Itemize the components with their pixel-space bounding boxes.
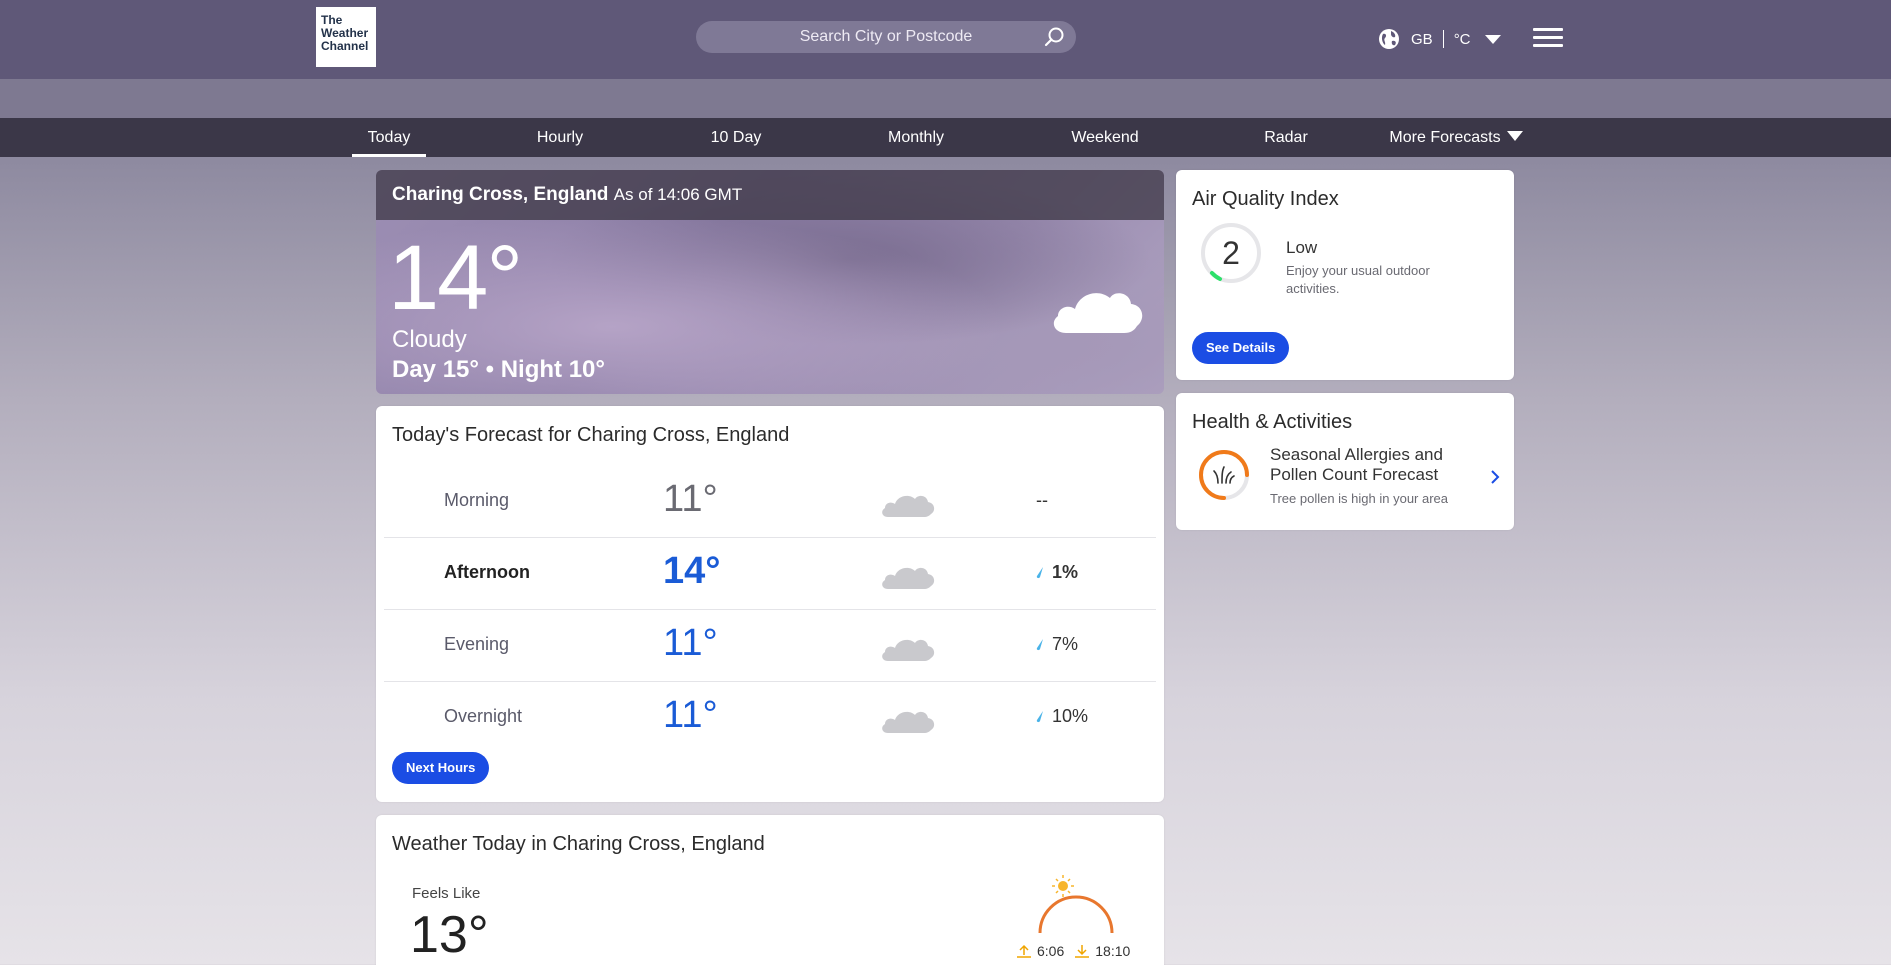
search-input[interactable]: Search City or Postcode bbox=[696, 21, 1076, 53]
feels-like-temperature: 13° bbox=[410, 906, 489, 964]
raindrop-icon bbox=[1036, 711, 1043, 723]
raindrop-icon bbox=[1036, 639, 1043, 651]
cloud-icon bbox=[882, 495, 935, 517]
current-temperature: 14° bbox=[388, 227, 523, 329]
precip-chance: 10% bbox=[1036, 706, 1088, 727]
precip-chance: 7% bbox=[1036, 634, 1078, 655]
precip-chance: -- bbox=[1036, 490, 1048, 511]
sunrise-arrow-icon bbox=[1017, 944, 1031, 958]
precip-value: 1% bbox=[1052, 562, 1079, 582]
forecast-row-afternoon[interactable]: Afternoon 14° 1% bbox=[384, 538, 1156, 610]
sunset-arrow-icon bbox=[1075, 945, 1090, 958]
raindrop-icon bbox=[1036, 567, 1043, 579]
todays-forecast-card: Today's Forecast for Charing Cross, Engl… bbox=[376, 406, 1164, 802]
period-label: Morning bbox=[444, 490, 510, 510]
sunset-time: 18:10 bbox=[1095, 943, 1131, 959]
search-placeholder: Search City or Postcode bbox=[799, 28, 973, 45]
tab-weekend[interactable]: Weekend bbox=[1064, 118, 1146, 157]
tab-monthly[interactable]: Monthly bbox=[872, 118, 960, 157]
aqi-value: 2 bbox=[1222, 235, 1240, 271]
forecast-title: Today's Forecast for Charing Cross, Engl… bbox=[392, 424, 790, 446]
unit-label: °C bbox=[1453, 30, 1471, 48]
precip-chance: 1% bbox=[1036, 562, 1078, 583]
locale-divider bbox=[1442, 30, 1444, 48]
aqi-category: Low bbox=[1286, 238, 1318, 257]
forecast-row-morning[interactable]: Morning 11° -- bbox=[384, 466, 1156, 538]
logo-line-3: Channel bbox=[321, 39, 369, 53]
tab-today[interactable]: Today bbox=[352, 118, 426, 157]
forecast-row-evening[interactable]: Evening 11° 7% bbox=[384, 610, 1156, 682]
day-night-temps: Day 15° • Night 10° bbox=[392, 356, 605, 383]
sun-times: 6:06 18:10 bbox=[1016, 943, 1130, 959]
hero-timestamp: As of 14:06 GMT bbox=[613, 185, 743, 204]
precip-value: -- bbox=[1036, 490, 1048, 510]
pollen-gauge-icon bbox=[1199, 450, 1249, 500]
health-activities-card: Health & Activities Seasonal Allergies a… bbox=[1176, 393, 1514, 530]
region-code: GB bbox=[1411, 30, 1433, 48]
locale-selector[interactable]: GB °C bbox=[1378, 26, 1501, 52]
search-icon[interactable] bbox=[1044, 26, 1066, 48]
weather-today-title: Weather Today in Charing Cross, England bbox=[392, 833, 765, 855]
next-hours-button[interactable]: Next Hours bbox=[392, 752, 490, 784]
current-conditions-hero: Charing Cross, England As of 14:06 GMT 1… bbox=[376, 170, 1164, 394]
weather-channel-logo[interactable]: The Weather Channel bbox=[316, 7, 376, 67]
tab-10-day[interactable]: 10 Day bbox=[694, 118, 778, 157]
sun-arc-icon bbox=[1038, 875, 1114, 934]
cloud-icon bbox=[882, 639, 935, 661]
weather-today-card: Weather Today in Charing Cross, England … bbox=[376, 815, 1164, 965]
precip-value: 7% bbox=[1052, 634, 1079, 654]
chevron-right-icon[interactable] bbox=[1490, 469, 1500, 485]
hero-location-line: Charing Cross, England As of 14:06 GMT bbox=[392, 184, 742, 206]
health-title: Health & Activities bbox=[1192, 411, 1353, 433]
cloud-icon bbox=[882, 711, 935, 733]
sunrise-time: 6:06 bbox=[1037, 943, 1065, 959]
caret-down-icon[interactable] bbox=[1484, 34, 1501, 44]
site-header: The Weather Channel Search City or Postc… bbox=[0, 0, 1891, 79]
forecast-nav: Today Hourly 10 Day Monthly Weekend Rada… bbox=[0, 118, 1891, 157]
tab-more-forecasts-label: More Forecasts bbox=[1389, 129, 1501, 146]
precip-value: 10% bbox=[1052, 706, 1089, 726]
air-quality-card: Air Quality Index 2 Low Enjoy your usual… bbox=[1176, 170, 1514, 380]
pollen-forecast-link[interactable]: Seasonal Allergies and Pollen Count Fore… bbox=[1270, 445, 1470, 485]
period-label: Evening bbox=[444, 634, 510, 654]
period-temperature: 11° bbox=[663, 694, 718, 736]
hero-location: Charing Cross, England bbox=[392, 184, 609, 205]
feels-like-label: Feels Like bbox=[412, 885, 481, 902]
ad-band bbox=[0, 79, 1891, 118]
period-label: Afternoon bbox=[444, 562, 530, 582]
cloud-icon bbox=[882, 567, 935, 589]
cloud-icon bbox=[1053, 293, 1143, 333]
period-label: Overnight bbox=[444, 706, 523, 726]
forecast-row-overnight[interactable]: Overnight 11° 10% bbox=[384, 682, 1156, 754]
caret-down-icon bbox=[1506, 131, 1523, 141]
tab-radar[interactable]: Radar bbox=[1254, 118, 1318, 157]
pollen-summary: Tree pollen is high in your area bbox=[1270, 491, 1449, 506]
air-quality-title: Air Quality Index bbox=[1192, 188, 1339, 210]
globe-icon bbox=[1379, 29, 1399, 49]
period-temperature: 14° bbox=[663, 550, 721, 592]
tab-hourly[interactable]: Hourly bbox=[520, 118, 600, 157]
hamburger-menu-icon[interactable] bbox=[1533, 28, 1563, 48]
see-details-button[interactable]: See Details bbox=[1192, 332, 1290, 364]
tab-more-forecasts[interactable]: More Forecasts bbox=[1386, 118, 1526, 157]
aqi-description: Enjoy your usual outdoor activities. bbox=[1286, 263, 1430, 296]
period-temperature: 11° bbox=[663, 478, 718, 520]
weather-phrase: Cloudy bbox=[392, 326, 467, 353]
period-temperature: 11° bbox=[663, 622, 718, 664]
